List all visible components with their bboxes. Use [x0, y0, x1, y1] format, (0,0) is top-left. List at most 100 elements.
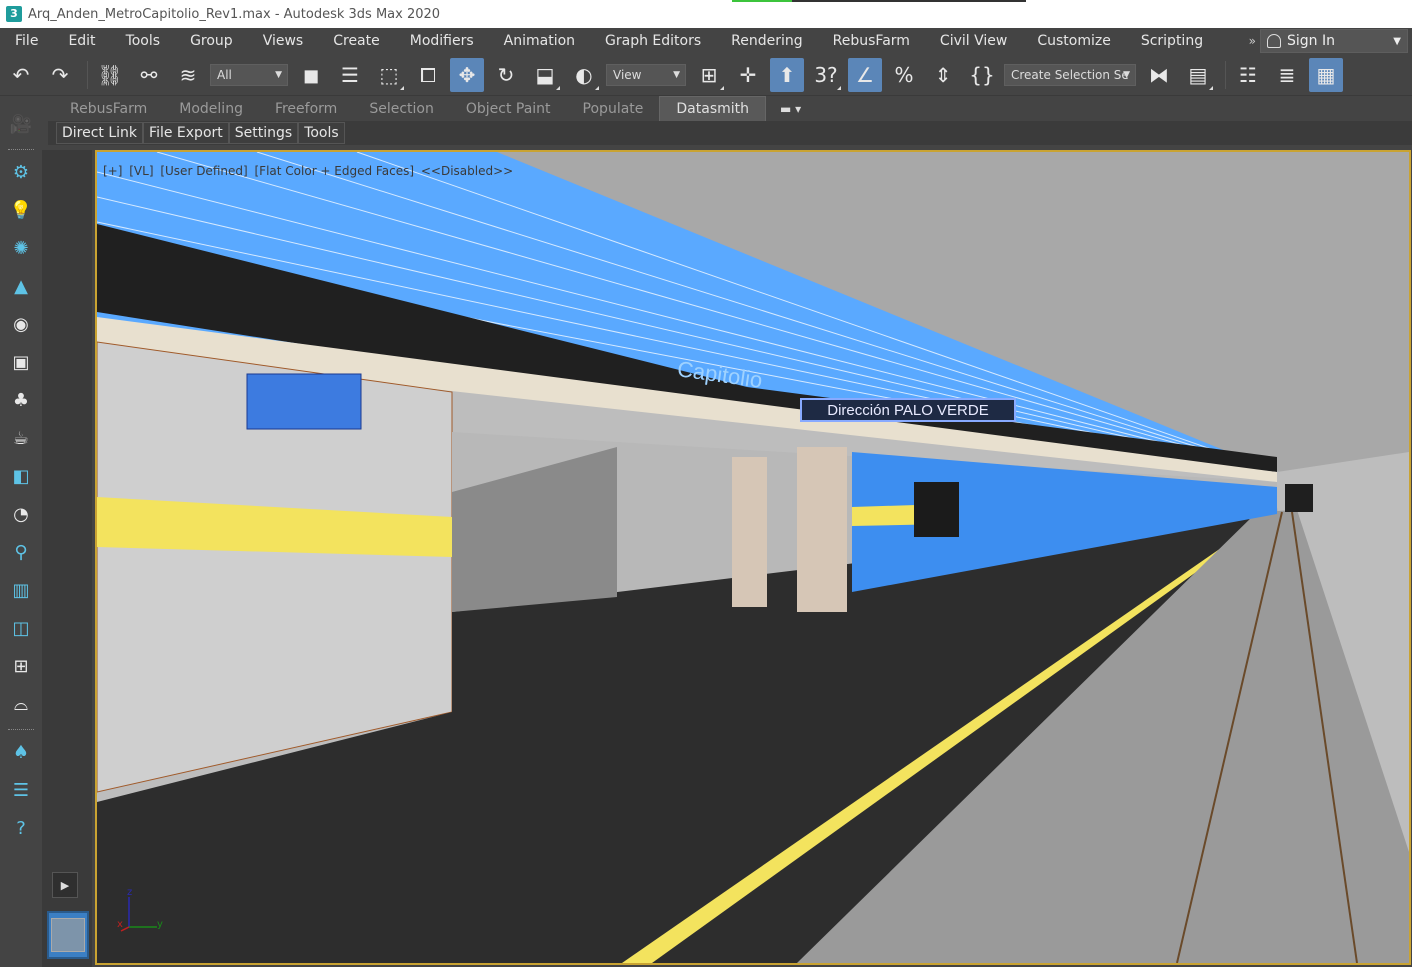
viewport-label[interactable]: [+] [VL] [User Defined] [Flat Color + Ed… — [103, 164, 516, 178]
forest-icon[interactable]: ♠ — [6, 737, 36, 767]
viewport-layout-icon[interactable]: ◫ — [6, 613, 36, 643]
light-bulb-icon[interactable]: 💡 — [6, 195, 36, 225]
chevron-down-icon: ▼ — [1393, 35, 1401, 47]
menu-overflow-icon[interactable]: » — [1245, 34, 1260, 48]
perspective-viewport[interactable]: [+] [VL] [User Defined] [Flat Color + Ed… — [95, 150, 1411, 965]
axis-gizmo: z y x — [117, 887, 167, 933]
menu-tools[interactable]: Tools — [111, 28, 176, 54]
menu-group[interactable]: Group — [175, 28, 248, 54]
material-editor-icon[interactable]: ◉ — [6, 309, 36, 339]
tunnel-end — [1285, 484, 1313, 512]
menu-views[interactable]: Views — [248, 28, 319, 54]
viewport-disabled-label[interactable]: <<Disabled>> — [421, 164, 513, 178]
named-selection-icon[interactable]: {} — [965, 58, 999, 92]
camera-group-icon[interactable]: ⚙ — [6, 157, 36, 187]
rect-selection-icon[interactable]: ⬚ — [372, 58, 406, 92]
bind-space-warp-icon[interactable]: ≋ — [171, 58, 205, 92]
mirror-icon[interactable]: ⧓ — [1142, 58, 1176, 92]
bulb-settings-icon[interactable]: ⚲ — [6, 537, 36, 567]
toolbar-divider — [8, 149, 34, 151]
redo-icon[interactable]: ↷ — [43, 58, 77, 92]
menu-file[interactable]: File — [0, 28, 53, 54]
select-move-icon[interactable]: ✥ — [450, 57, 484, 92]
select-rotate-icon[interactable]: ↻ — [489, 58, 523, 92]
chevron-down-icon: ▼ — [1123, 69, 1130, 80]
select-object-icon[interactable]: ◼ — [294, 58, 328, 92]
direction-sign: Dirección PALO VERDE — [800, 398, 1016, 422]
ribbon-options-icon[interactable]: ▬ ▾ — [780, 102, 801, 116]
selection-filter-value: All — [217, 67, 232, 82]
ribbon-toggle-icon[interactable]: ▦ — [1309, 57, 1343, 92]
percent-snap-icon[interactable]: % — [887, 58, 921, 92]
pivot-icon[interactable]: ⊞ — [692, 58, 726, 92]
tab-datasmith[interactable]: Datasmith — [659, 96, 767, 122]
menu-animation[interactable]: Animation — [489, 28, 590, 54]
menu-modifiers[interactable]: Modifiers — [395, 28, 489, 54]
unlink-icon[interactable]: ⚯ — [132, 58, 166, 92]
spinner-snap-icon[interactable]: ⇕ — [926, 58, 960, 92]
menu-graph-editors[interactable]: Graph Editors — [590, 28, 716, 54]
menu-bar: File Edit Tools Group Views Create Modif… — [0, 28, 1412, 54]
link-icon[interactable]: ⛓ — [93, 58, 127, 92]
viewport-pov-label[interactable]: [VL] — [129, 164, 153, 178]
list-icon[interactable]: ☰ — [6, 775, 36, 805]
menu-scripting[interactable]: Scripting — [1126, 28, 1218, 54]
select-by-name-icon[interactable]: ☰ — [333, 58, 367, 92]
play-icon[interactable]: ▶ — [52, 872, 78, 898]
chevron-down-icon: ▼ — [673, 69, 680, 80]
ref-coord-select[interactable]: View ▼ — [606, 63, 686, 86]
undo-icon[interactable]: ↶ — [4, 58, 38, 92]
map-browser-icon[interactable]: ▣ — [6, 347, 36, 377]
selection-set-value: Create Selection Se — [1011, 67, 1129, 82]
select-scale-icon[interactable]: ⬓ — [528, 58, 562, 92]
render-setup-icon[interactable]: ◔ — [6, 499, 36, 529]
tab-selection[interactable]: Selection — [353, 97, 450, 121]
ribbon-panel: Direct Link File Export Settings Tools — [48, 121, 1412, 145]
viewport-view-label[interactable]: [User Defined] — [160, 164, 247, 178]
menu-civil-view[interactable]: Civil View — [925, 28, 1022, 54]
place-icon[interactable]: ◐ — [567, 58, 601, 92]
subtab-file-export[interactable]: File Export — [143, 122, 229, 144]
layer-explorer-icon[interactable]: ≣ — [1270, 58, 1304, 92]
help-icon[interactable]: ? — [6, 813, 36, 843]
tab-freeform[interactable]: Freeform — [259, 97, 353, 121]
subtab-tools[interactable]: Tools — [298, 122, 345, 144]
menu-edit[interactable]: Edit — [53, 28, 110, 54]
panel-layout-icon[interactable]: ▥ — [6, 575, 36, 605]
camera-icon[interactable]: 🎥 — [6, 109, 36, 139]
menu-rebusfarm[interactable]: RebusFarm — [818, 28, 925, 54]
signal-icon[interactable]: ⌓ — [6, 689, 36, 719]
sun-icon[interactable]: ✺ — [6, 233, 36, 263]
teapot-icon[interactable]: ☕ — [6, 423, 36, 453]
scene-explorer-icon[interactable]: ☷ — [1231, 58, 1265, 92]
align-icon[interactable]: ▤ — [1181, 58, 1215, 92]
tab-object-paint[interactable]: Object Paint — [450, 97, 567, 121]
selection-set-select[interactable]: Create Selection Se ▼ — [1004, 63, 1136, 86]
axis-y-label: y — [157, 919, 163, 930]
menu-customize[interactable]: Customize — [1022, 28, 1126, 54]
render-frame-icon[interactable]: ◧ — [6, 461, 36, 491]
tab-rebusfarm[interactable]: RebusFarm — [54, 97, 163, 121]
snap-3d-icon[interactable]: 3? — [809, 58, 843, 92]
keyboard-shortcut-override-icon[interactable]: ⬆ — [770, 57, 804, 92]
viewport-preview-swatch[interactable] — [47, 911, 89, 959]
tab-populate[interactable]: Populate — [567, 97, 660, 121]
viewport-menu-plus[interactable]: [+] — [103, 164, 122, 178]
ribbon-tab-bar: RebusFarm Modeling Freeform Selection Ob… — [48, 96, 1412, 122]
select-manipulate-icon[interactable]: ✛ — [731, 58, 765, 92]
subtab-settings[interactable]: Settings — [228, 122, 299, 144]
window-crossing-icon[interactable]: ⧠ — [411, 58, 445, 92]
selection-filter-select[interactable]: All ▼ — [210, 63, 288, 86]
grid-layout-icon[interactable]: ⊞ — [6, 651, 36, 681]
tab-modeling[interactable]: Modeling — [163, 97, 259, 121]
wall-vent-grille — [246, 373, 362, 430]
menu-create[interactable]: Create — [318, 28, 395, 54]
sign-in-dropdown[interactable]: Sign In ▼ — [1260, 29, 1408, 53]
viewport-shading-label[interactable]: [Flat Color + Edged Faces] — [255, 164, 415, 178]
subtab-direct-link[interactable]: Direct Link — [56, 122, 144, 144]
tree-icon[interactable]: ▲ — [6, 271, 36, 301]
swatch-inner — [51, 918, 85, 952]
angle-snap-icon[interactable]: ∠ — [848, 57, 882, 92]
plant-icon[interactable]: ♣ — [6, 385, 36, 415]
menu-rendering[interactable]: Rendering — [716, 28, 818, 54]
